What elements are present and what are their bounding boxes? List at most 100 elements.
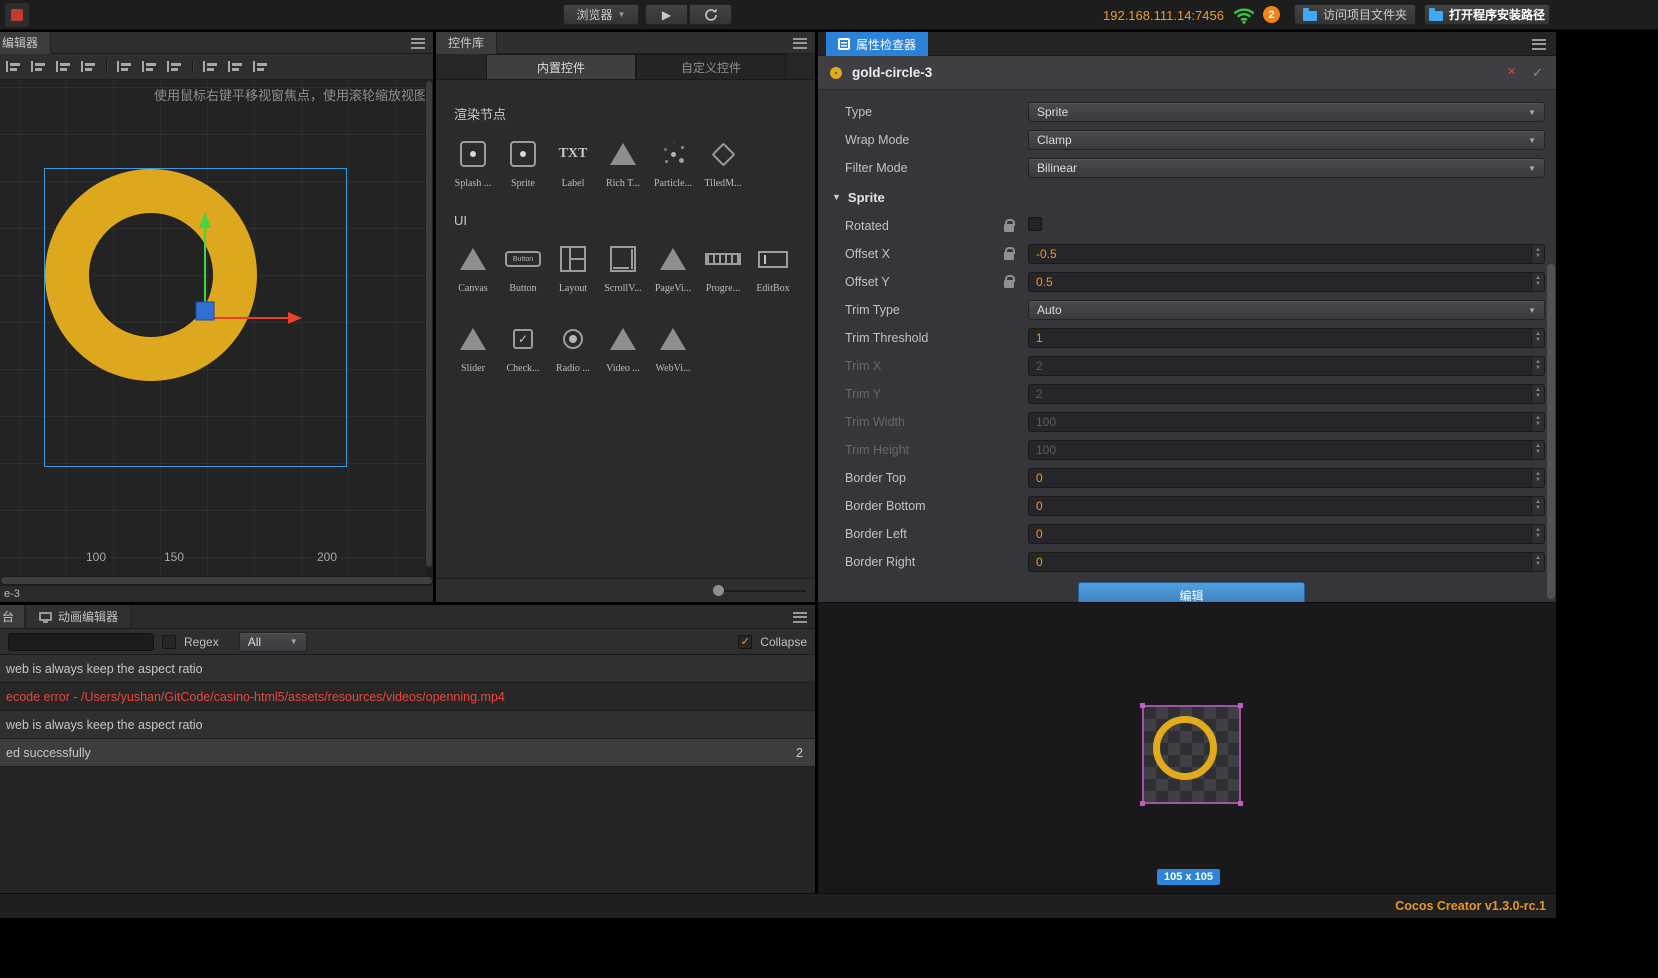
library-item-radio[interactable]: Radio ... <box>548 320 598 374</box>
library-item-progress[interactable]: Progre... <box>698 240 748 294</box>
tab-custom-controls[interactable]: 自定义控件 <box>636 54 786 79</box>
library-item-splash[interactable]: Splash ... <box>448 135 498 189</box>
tab-control-library[interactable]: 控件库 <box>436 32 498 54</box>
log-row-2[interactable]: ecode error - /Users/yushan/GitCode/casi… <box>0 683 815 711</box>
tab-property-inspector[interactable]: 属性检查器 <box>826 32 929 56</box>
lock-icon[interactable] <box>1004 247 1015 260</box>
console-panel-menu-icon[interactable] <box>793 612 807 623</box>
distribute-vertical-icon[interactable] <box>228 60 243 73</box>
tab-console[interactable]: 台 <box>0 605 25 628</box>
console-search-input[interactable] <box>8 632 154 651</box>
lock-icon[interactable] <box>1004 219 1015 232</box>
trim-type-select[interactable]: Auto ▼ <box>1028 300 1545 320</box>
library-item-button[interactable]: Button Button <box>498 240 548 294</box>
close-icon[interactable]: × <box>1507 64 1516 79</box>
preview-url: 192.168.111.14:7456 <box>1103 8 1224 23</box>
log-row-3[interactable]: web is always keep the aspect ratio <box>0 711 815 739</box>
tab-builtin-controls[interactable]: 内置控件 <box>486 54 636 79</box>
notification-badge[interactable]: 2 <box>1263 6 1280 23</box>
spinner-icon[interactable]: ▲ ▼ <box>1531 497 1544 515</box>
scene-canvas[interactable]: 使用鼠标右键平移视窗焦点，使用滚轮缩放视图 100 150 200 <box>0 80 433 576</box>
library-item-scrollview[interactable]: ScrollV... <box>598 240 648 294</box>
browser-select[interactable]: 浏览器 ▼ <box>563 4 639 25</box>
sprite-section-header[interactable]: ▼ Sprite <box>818 182 1556 212</box>
spinner-icon[interactable]: ▲ ▼ <box>1531 413 1544 431</box>
filter-mode-select[interactable]: Bilinear ▼ <box>1028 158 1545 178</box>
spinner-icon[interactable]: ▲ ▼ <box>1531 469 1544 487</box>
spinner-icon[interactable]: ▲ ▼ <box>1531 329 1544 347</box>
border-right-input[interactable]: 0 ▲ ▼ <box>1028 552 1545 572</box>
align-stretch-icon[interactable] <box>81 60 96 73</box>
align-top-icon[interactable] <box>6 60 21 73</box>
library-item-triangle[interactable]: Video ... <box>598 320 648 374</box>
scrollbar-thumb[interactable] <box>1547 264 1555 599</box>
regex-checkbox[interactable] <box>162 634 176 649</box>
library-item-triangle[interactable]: WebVi... <box>648 320 698 374</box>
library-item-triangle[interactable]: Slider <box>448 320 498 374</box>
library-item-editbox[interactable]: EditBox <box>748 240 798 294</box>
library-item-layout[interactable]: Layout <box>548 240 598 294</box>
open-install-path-button[interactable]: 打开程序安装路径 <box>1424 4 1550 25</box>
log-row-1[interactable]: web is always keep the aspect ratio <box>0 655 815 683</box>
wrap-mode-select[interactable]: Clamp ▼ <box>1028 130 1545 150</box>
distribute-grid-icon[interactable] <box>253 60 268 73</box>
inspector-scrollbar[interactable] <box>1547 92 1555 600</box>
border-left-input[interactable]: 0 ▲ ▼ <box>1028 524 1545 544</box>
align-bottom-icon[interactable] <box>56 60 71 73</box>
collapse-checkbox[interactable]: ✓ <box>738 634 753 649</box>
node-breadcrumb[interactable]: e-3 <box>0 585 433 602</box>
tab-animation-editor[interactable]: 动画编辑器 <box>27 605 132 628</box>
spinner-icon[interactable]: ▲ ▼ <box>1531 245 1544 263</box>
folder-icon <box>1428 7 1443 21</box>
ruler-mark-150: 150 <box>164 550 185 564</box>
refresh-button[interactable] <box>689 4 732 25</box>
prop-row-trim-width: Trim Width 100 ▲ ▼ <box>818 408 1556 436</box>
library-item-txt[interactable]: TXT Label <box>548 135 598 189</box>
library-item-triangle[interactable]: PageVi... <box>648 240 698 294</box>
confirm-icon[interactable]: ✓ <box>1532 66 1543 79</box>
zoom-slider-knob[interactable] <box>713 585 724 596</box>
spinner-icon[interactable]: ▲ ▼ <box>1531 273 1544 291</box>
spinner-icon[interactable]: ▲ ▼ <box>1531 385 1544 403</box>
library-panel-menu-icon[interactable] <box>793 38 807 49</box>
spinner-icon[interactable]: ▲ ▼ <box>1531 357 1544 375</box>
rotated-checkbox[interactable] <box>1028 216 1042 231</box>
gizmo-anchor-handle[interactable] <box>195 301 215 321</box>
open-project-folder-button[interactable]: 访问项目文件夹 <box>1294 4 1416 25</box>
trim-threshold-input[interactable]: 1 ▲ ▼ <box>1028 328 1545 348</box>
library-item-checkbox[interactable]: ✓ Check... <box>498 320 548 374</box>
library-item-diamond[interactable]: TiledM... <box>698 135 748 189</box>
offset-x-input[interactable]: -0.5 ▲ ▼ <box>1028 244 1545 264</box>
library-item-triangle[interactable]: Canvas <box>448 240 498 294</box>
distribute-horizontal-icon[interactable] <box>203 60 218 73</box>
log-row-4[interactable]: ed successfully 2 <box>0 739 815 767</box>
scene-vertical-scrollbar[interactable] <box>425 80 433 576</box>
align-left-icon[interactable] <box>117 60 132 73</box>
lock-icon[interactable] <box>1004 275 1015 288</box>
align-right-icon[interactable] <box>167 60 182 73</box>
align-middle-icon[interactable] <box>31 60 46 73</box>
type-select[interactable]: Sprite ▼ <box>1028 102 1545 122</box>
edit-sprite-button[interactable]: 编辑 <box>1078 582 1305 602</box>
spinner-icon[interactable]: ▲ ▼ <box>1531 441 1544 459</box>
library-item-triangle[interactable]: Rich T... <box>598 135 648 189</box>
border-top-input[interactable]: 0 ▲ ▼ <box>1028 468 1545 488</box>
border-bottom-input[interactable]: 0 ▲ ▼ <box>1028 496 1545 516</box>
scrollbar-thumb[interactable] <box>1 577 432 584</box>
transform-gizmo[interactable] <box>0 80 433 576</box>
library-item-particle[interactable]: Particle... <box>648 135 698 189</box>
offset-y-input[interactable]: 0.5 ▲ ▼ <box>1028 272 1545 292</box>
gizmo-x-axis-arrow[interactable] <box>210 312 302 324</box>
inspector-panel-menu-icon[interactable] <box>1532 39 1546 50</box>
tab-scene-editor[interactable]: 编辑器 <box>0 32 52 54</box>
gizmo-y-axis-arrow[interactable] <box>199 212 211 316</box>
scene-panel-menu-icon[interactable] <box>411 38 425 49</box>
align-center-icon[interactable] <box>142 60 157 73</box>
log-filter-select[interactable]: All ▼ <box>238 631 307 652</box>
scene-horizontal-scrollbar[interactable] <box>0 576 433 585</box>
spinner-icon[interactable]: ▲ ▼ <box>1531 525 1544 543</box>
spinner-icon[interactable]: ▲ ▼ <box>1531 553 1544 571</box>
play-button[interactable]: ▶ <box>645 4 688 25</box>
library-item-sprite[interactable]: Sprite <box>498 135 548 189</box>
app-icon[interactable] <box>5 3 29 27</box>
